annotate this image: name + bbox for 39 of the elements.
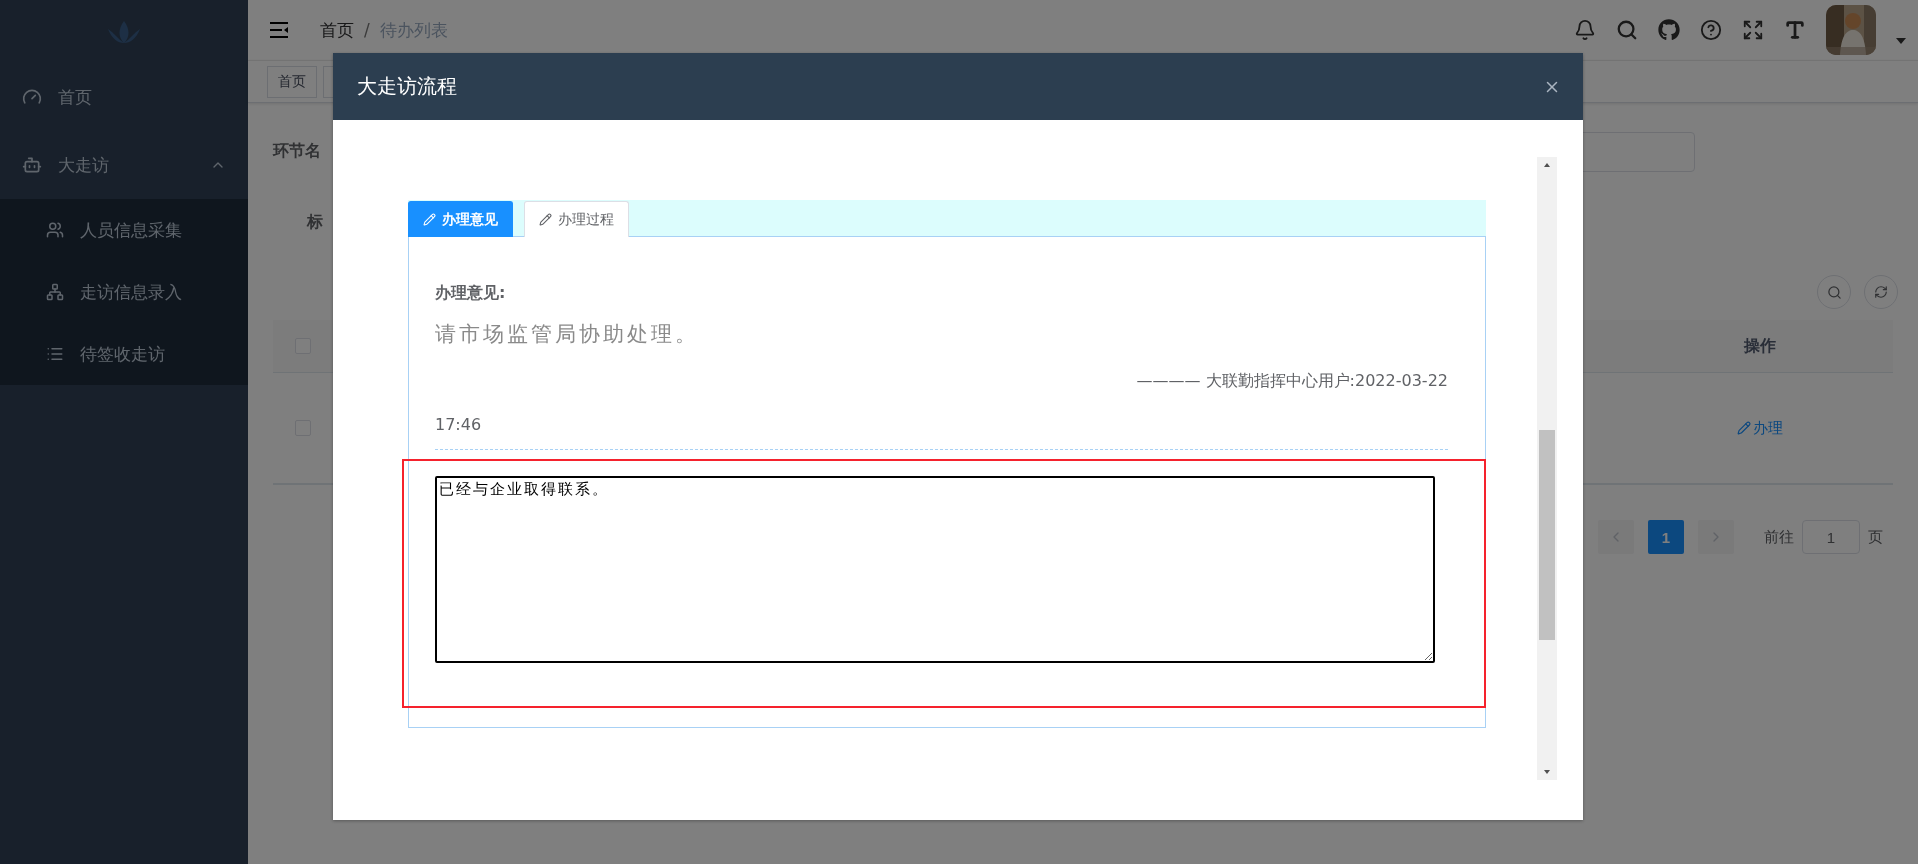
dialog-title: 大走访流程 — [357, 73, 457, 100]
goto-label: 前往 — [1764, 527, 1794, 547]
text-size-icon[interactable] — [1784, 19, 1806, 41]
scrollbar[interactable] — [1537, 157, 1557, 780]
breadcrumb-item[interactable]: 首页 — [320, 18, 354, 42]
search-icon — [1826, 284, 1842, 300]
refresh-button[interactable] — [1864, 275, 1898, 309]
refresh-icon — [1874, 285, 1888, 299]
pencil-icon — [539, 213, 552, 226]
handle-link[interactable]: 办理 — [1737, 418, 1783, 438]
pencil-icon — [1737, 421, 1751, 435]
help-icon[interactable] — [1700, 19, 1722, 41]
filter-label: 标 — [307, 212, 323, 233]
tab[interactable]: 办理过程 — [524, 201, 629, 237]
filter-label: 环节名 — [273, 141, 321, 162]
opinion-signature: ———— 大联勤指挥中心用户:2022-03-22 — [1135, 371, 1448, 392]
caret-down-icon[interactable] — [1896, 38, 1906, 44]
page-button[interactable]: 1 — [1648, 520, 1684, 554]
tab[interactable]: 办理意见 — [408, 201, 513, 237]
search-icon[interactable] — [1616, 19, 1638, 41]
search-button[interactable] — [1817, 275, 1851, 309]
reply-field[interactable]: 已经与企业取得联系。 — [435, 476, 1435, 663]
opinion-text: 请市场监管局协助处理。 — [435, 321, 700, 348]
breadcrumb-separator: / — [364, 20, 370, 40]
hierarchy-icon — [46, 283, 64, 301]
page-suffix: 页 — [1868, 527, 1883, 547]
robot-icon — [22, 155, 42, 175]
github-icon[interactable] — [1658, 19, 1680, 41]
page-input[interactable]: 1 — [1802, 520, 1860, 554]
bell-icon[interactable] — [1574, 19, 1596, 41]
fullscreen-icon[interactable] — [1742, 19, 1764, 41]
pencil-icon — [423, 213, 436, 226]
opinion-time: 17:46 — [435, 415, 1448, 450]
menu-icon[interactable] — [270, 22, 288, 38]
users-icon — [46, 221, 64, 239]
gauge-icon — [22, 87, 42, 107]
opinion-heading: 办理意见: — [435, 283, 507, 304]
tag[interactable]: 首页 — [267, 65, 317, 98]
list-icon — [46, 345, 64, 363]
